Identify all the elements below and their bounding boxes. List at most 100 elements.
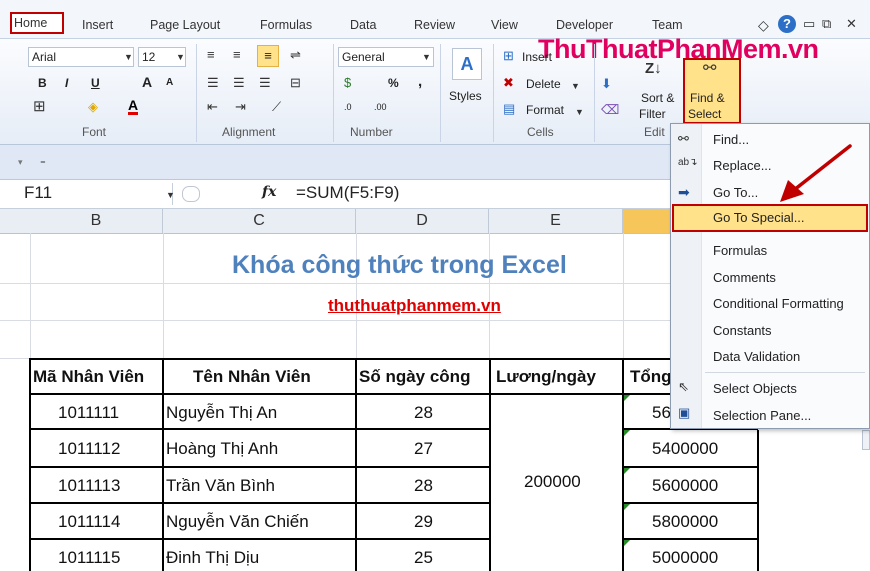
- tab-home[interactable]: Home: [10, 12, 64, 34]
- cell-days[interactable]: 28: [414, 476, 433, 496]
- header-cell[interactable]: Số ngày công: [359, 367, 470, 387]
- cell-total[interactable]: 5600000: [652, 476, 718, 496]
- cell-name[interactable]: Đinh Thị Dịu: [166, 548, 259, 568]
- cell-id[interactable]: 1011111: [58, 403, 119, 423]
- scrollbar[interactable]: [862, 430, 870, 450]
- sheet-title[interactable]: Khóa công thức trong Excel: [232, 251, 567, 280]
- insert-cells-button[interactable]: Insert: [522, 50, 552, 64]
- cell-name[interactable]: Nguyễn Thị An: [166, 403, 277, 423]
- increase-decimal-button[interactable]: .0: [344, 102, 352, 112]
- italic-button[interactable]: I: [65, 76, 68, 90]
- customize-toolbar-icon[interactable]: ₌: [40, 154, 46, 168]
- tab-insert[interactable]: Insert: [82, 18, 113, 32]
- number-format-select[interactable]: General: [338, 47, 434, 67]
- styles-button[interactable]: Styles: [449, 89, 482, 103]
- cell-total[interactable]: 56: [652, 403, 671, 423]
- column-header-b[interactable]: B: [30, 209, 163, 233]
- insert-cells-icon: ⊞: [503, 48, 514, 63]
- cell-days[interactable]: 28: [414, 403, 433, 423]
- cell-total[interactable]: 5800000: [652, 512, 718, 532]
- cell-days[interactable]: 27: [414, 439, 433, 459]
- cell-salary-merged[interactable]: 200000: [524, 472, 581, 492]
- font-color-button[interactable]: A: [128, 98, 139, 115]
- tab-team[interactable]: Team: [652, 18, 683, 32]
- cell-days[interactable]: 29: [414, 512, 433, 532]
- merge-center-icon[interactable]: ⊟: [290, 76, 301, 90]
- borders-icon[interactable]: ⊞: [33, 99, 46, 114]
- menu-item-comments[interactable]: Comments: [713, 270, 776, 285]
- percent-button[interactable]: %: [388, 76, 399, 90]
- cell-name[interactable]: Hoàng Thị Anh: [166, 439, 278, 459]
- tab-formulas[interactable]: Formulas: [260, 18, 312, 32]
- cell-total[interactable]: 5000000: [652, 548, 718, 568]
- minimize-ribbon-icon[interactable]: ◇: [758, 18, 769, 32]
- format-cells-button[interactable]: Format: [526, 103, 564, 117]
- header-cell[interactable]: Mã Nhân Viên: [33, 367, 144, 387]
- comma-button[interactable]: ,: [418, 73, 422, 90]
- decrease-indent-icon[interactable]: ⇤: [207, 100, 218, 114]
- tab-page-layout[interactable]: Page Layout: [150, 18, 220, 32]
- align-middle-icon[interactable]: ≡: [233, 48, 241, 62]
- cell-name[interactable]: Trần Văn Bình: [166, 476, 275, 496]
- sort-filter-button[interactable]: Filter: [639, 107, 666, 121]
- header-cell[interactable]: Tên Nhân Viên: [193, 367, 311, 387]
- cell-id[interactable]: 1011112: [58, 439, 120, 459]
- decrease-decimal-button[interactable]: .00: [374, 102, 387, 112]
- menu-item-formulas[interactable]: Formulas: [713, 243, 767, 258]
- collapse-icon[interactable]: ▾: [18, 155, 23, 169]
- tab-data[interactable]: Data: [350, 18, 376, 32]
- wrap-text-icon[interactable]: ⇌: [290, 48, 301, 62]
- chevron-down-icon[interactable]: ▼: [166, 188, 175, 202]
- column-header-e[interactable]: E: [489, 209, 623, 233]
- currency-icon[interactable]: $: [344, 76, 351, 90]
- column-header-f[interactable]: [623, 209, 673, 233]
- grow-font-button[interactable]: A: [142, 74, 152, 90]
- menu-item-replace[interactable]: Replace...: [713, 158, 772, 173]
- sheet-subtitle[interactable]: thuthuatphanmem.vn: [328, 296, 501, 316]
- column-header-d[interactable]: D: [356, 209, 489, 233]
- align-bottom-button[interactable]: ≡: [257, 45, 279, 67]
- menu-item-go-to[interactable]: Go To...: [713, 185, 758, 200]
- align-left-icon[interactable]: ☰: [207, 76, 219, 90]
- fill-icon[interactable]: ⬇: [601, 77, 612, 91]
- header-cell[interactable]: Tổng: [630, 367, 672, 387]
- window-close-icon[interactable]: ✕: [846, 17, 857, 31]
- column-header-c[interactable]: C: [163, 209, 356, 233]
- align-top-icon[interactable]: ≡: [207, 48, 215, 62]
- fill-color-icon[interactable]: ◈: [88, 100, 98, 114]
- align-center-icon[interactable]: ☰: [233, 76, 245, 90]
- shrink-font-button[interactable]: A: [166, 77, 173, 88]
- align-right-icon[interactable]: ☰: [259, 76, 271, 90]
- tab-developer[interactable]: Developer: [556, 18, 613, 32]
- underline-button[interactable]: U: [91, 76, 100, 90]
- menu-item-select-objects[interactable]: Select Objects: [713, 381, 797, 396]
- menu-item-conditional-formatting[interactable]: Conditional Formatting: [713, 296, 844, 311]
- tab-view[interactable]: View: [491, 18, 518, 32]
- header-cell[interactable]: Lương/ngày: [496, 367, 596, 387]
- cell-id[interactable]: 1011113: [58, 476, 120, 496]
- delete-cells-button[interactable]: Delete: [526, 77, 561, 91]
- increase-indent-icon[interactable]: ⇥: [235, 100, 246, 114]
- cell-days[interactable]: 25: [414, 548, 433, 568]
- formula-input[interactable]: =SUM(F5:F9): [296, 183, 399, 203]
- tab-review[interactable]: Review: [414, 18, 455, 32]
- menu-item-constants[interactable]: Constants: [713, 323, 772, 338]
- help-icon[interactable]: ?: [778, 15, 796, 33]
- name-box[interactable]: F11: [8, 183, 173, 205]
- orientation-icon[interactable]: ⟋: [272, 100, 281, 114]
- styles-icon[interactable]: A: [452, 48, 482, 80]
- cell-id[interactable]: 1011115: [58, 548, 120, 568]
- cell-total[interactable]: 5400000: [652, 439, 718, 459]
- font-name-select[interactable]: Arial: [28, 47, 134, 67]
- cell-id[interactable]: 1011114: [58, 512, 120, 532]
- bold-button[interactable]: B: [38, 76, 47, 90]
- menu-item-data-validation[interactable]: Data Validation: [713, 349, 800, 364]
- insert-function-icon[interactable]: fx: [262, 184, 276, 200]
- window-minimize-icon[interactable]: ▭: [803, 17, 815, 31]
- menu-item-selection-pane[interactable]: Selection Pane...: [713, 408, 811, 423]
- menu-item-find[interactable]: Find...: [713, 132, 749, 147]
- window-restore-icon[interactable]: ⧉: [822, 17, 831, 31]
- clear-icon[interactable]: ⌫: [601, 103, 619, 117]
- formula-toggle-icon[interactable]: [182, 186, 200, 202]
- cell-name[interactable]: Nguyễn Văn Chiến: [166, 512, 309, 532]
